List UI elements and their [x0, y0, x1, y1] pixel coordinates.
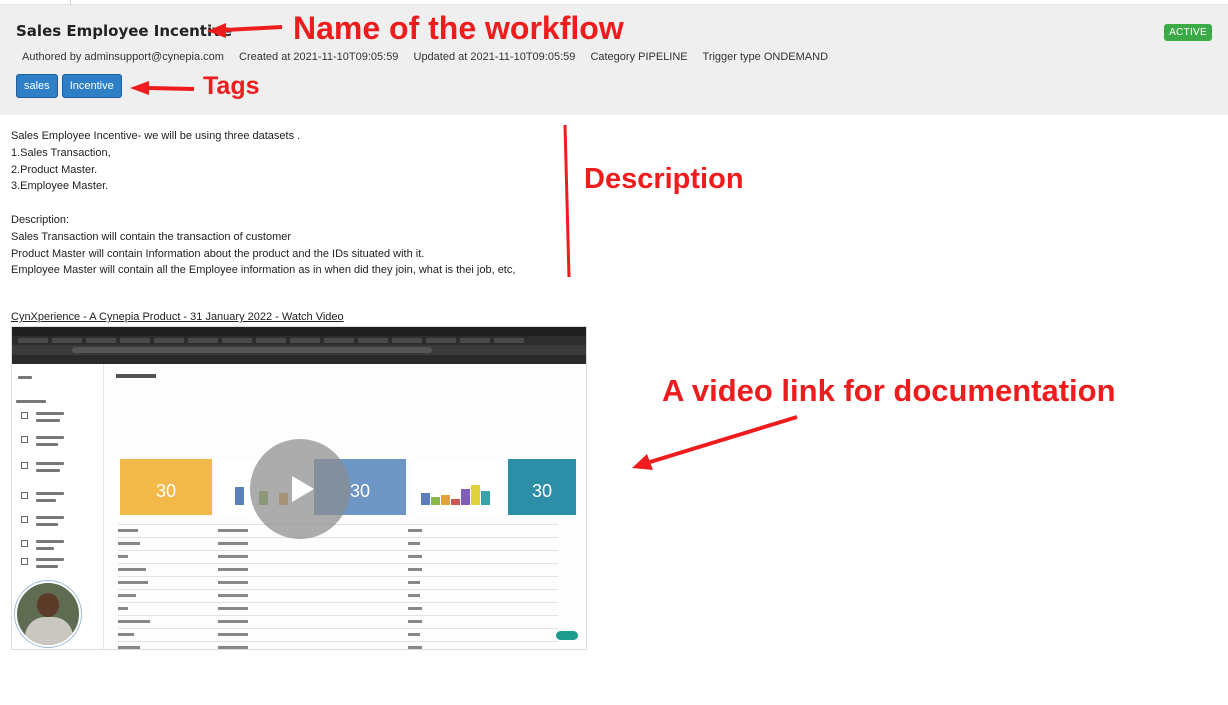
tag-incentive[interactable]: Incentive — [61, 74, 122, 98]
annotation-tags: Tags — [203, 72, 260, 100]
video-browser-tabs — [12, 336, 586, 345]
tag-sales[interactable]: sales — [16, 74, 58, 98]
arrow-icon — [649, 415, 798, 464]
arrow-icon — [632, 454, 653, 470]
workflow-meta: Authored by adminsupport@cynepia.com Cre… — [22, 51, 840, 63]
status-badge: ACTIVE — [1164, 24, 1212, 41]
value-card: 30 — [508, 459, 576, 515]
description-line: 2.Product Master. — [11, 163, 98, 176]
meta-trigger: Trigger type ONDEMAND — [702, 51, 829, 63]
meta-updated: Updated at 2021-11-10T09:05:59 — [413, 51, 576, 63]
description-line: Product Master will contain Information … — [11, 247, 425, 260]
play-icon[interactable] — [250, 439, 350, 539]
video-thumbnail[interactable]: 30 30 30 — [11, 326, 587, 650]
video-os-topbar — [12, 327, 586, 336]
tag-list: sales Incentive — [16, 74, 122, 98]
video-url-bar — [12, 345, 586, 355]
description-line: Sales Employee Incentive- we will be usi… — [11, 130, 301, 142]
workflow-title: Sales Employee Incentive — [16, 22, 233, 40]
description-line: 1.Sales Transaction, — [11, 146, 111, 159]
description-bracket-line — [563, 124, 571, 278]
watch-video-link[interactable]: CynXperience - A Cynepia Product - 31 Ja… — [11, 311, 344, 323]
description-line: Sales Transaction will contain the trans… — [11, 230, 292, 243]
annotation-workflow-name: Name of the workflow — [293, 10, 624, 46]
description-line: Description: — [11, 213, 70, 226]
price-histogram — [411, 459, 503, 515]
annotation-video: A video link for documentation — [662, 373, 1116, 408]
description-line: Employee Master will contain all the Emp… — [11, 264, 516, 277]
workflow-description: Sales Employee Incentive- we will be usi… — [11, 128, 515, 279]
meta-created: Created at 2021-11-10T09:05:59 — [239, 51, 399, 63]
annotation-description: Description — [584, 163, 744, 195]
meta-category: Category PIPELINE — [590, 51, 688, 63]
video-bookmarks — [12, 355, 586, 364]
description-line: 3.Employee Master. — [11, 180, 109, 193]
help-badge — [556, 631, 578, 640]
presenter-avatar — [15, 581, 81, 647]
meta-author: Authored by adminsupport@cynepia.com — [22, 51, 224, 63]
value-card: 30 — [120, 459, 212, 515]
